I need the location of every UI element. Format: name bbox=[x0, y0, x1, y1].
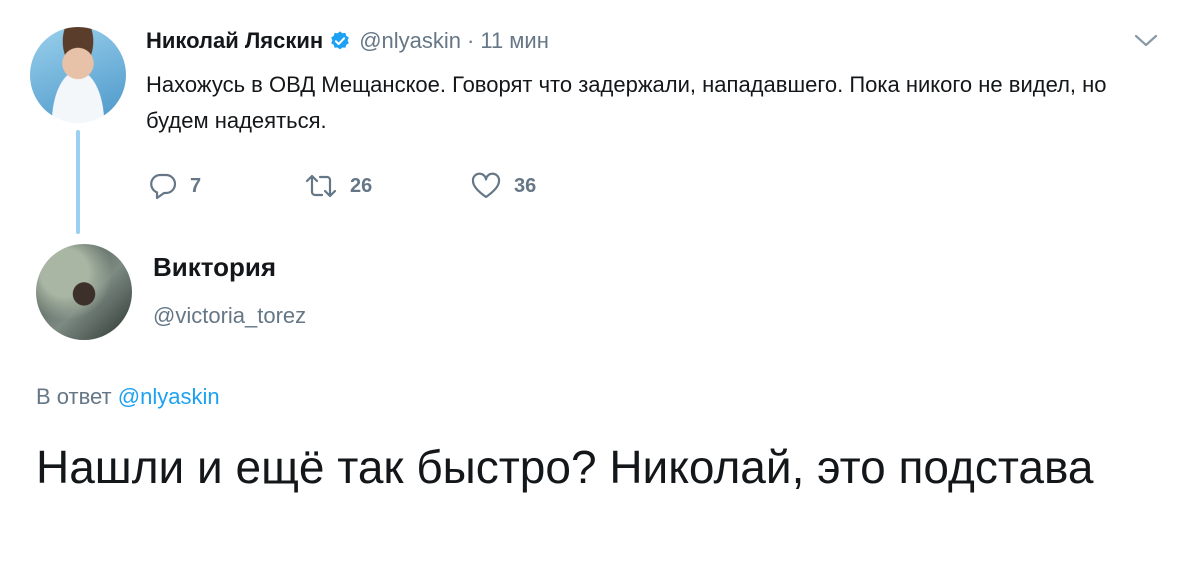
tweet-text: Нахожусь в ОВД Мещанское. Говорят что за… bbox=[146, 72, 1107, 133]
like-button[interactable]: 36 bbox=[470, 172, 536, 200]
tweet-actions: 7 26 36 bbox=[148, 170, 536, 202]
reply-count: 7 bbox=[190, 174, 202, 197]
chevron-down-icon[interactable] bbox=[1133, 32, 1159, 50]
tweet-header: Николай Ляскин @nlyaskin · 11 мин bbox=[146, 27, 549, 55]
reply-button[interactable]: 7 bbox=[148, 172, 304, 200]
reply-context: В ответ @nlyaskin bbox=[36, 384, 220, 410]
reply-tweet-text: Нашли и ещё так быстро? Николай, это под… bbox=[36, 441, 1094, 493]
reply-author-name[interactable]: Виктория bbox=[153, 252, 276, 283]
reply-icon bbox=[148, 172, 178, 200]
author-avatar[interactable] bbox=[30, 27, 126, 123]
thread-connector-line bbox=[76, 130, 80, 234]
retweet-button[interactable]: 26 bbox=[304, 172, 470, 200]
retweet-count: 26 bbox=[350, 174, 373, 197]
separator-dot: · bbox=[467, 28, 475, 53]
author-name[interactable]: Николай Ляскин bbox=[146, 28, 323, 54]
retweet-icon bbox=[304, 172, 338, 200]
reply-prefix: В ответ bbox=[36, 384, 112, 409]
reply-author-avatar[interactable] bbox=[36, 244, 132, 340]
like-count: 36 bbox=[514, 174, 537, 197]
tweet-timestamp[interactable]: 11 мин bbox=[480, 28, 549, 54]
reply-to-handle-link[interactable]: @nlyaskin bbox=[118, 384, 220, 409]
heart-icon bbox=[470, 172, 502, 200]
author-handle[interactable]: @nlyaskin bbox=[359, 28, 461, 54]
reply-author-handle[interactable]: @victoria_torez bbox=[153, 303, 306, 329]
verified-badge-icon bbox=[329, 30, 351, 52]
